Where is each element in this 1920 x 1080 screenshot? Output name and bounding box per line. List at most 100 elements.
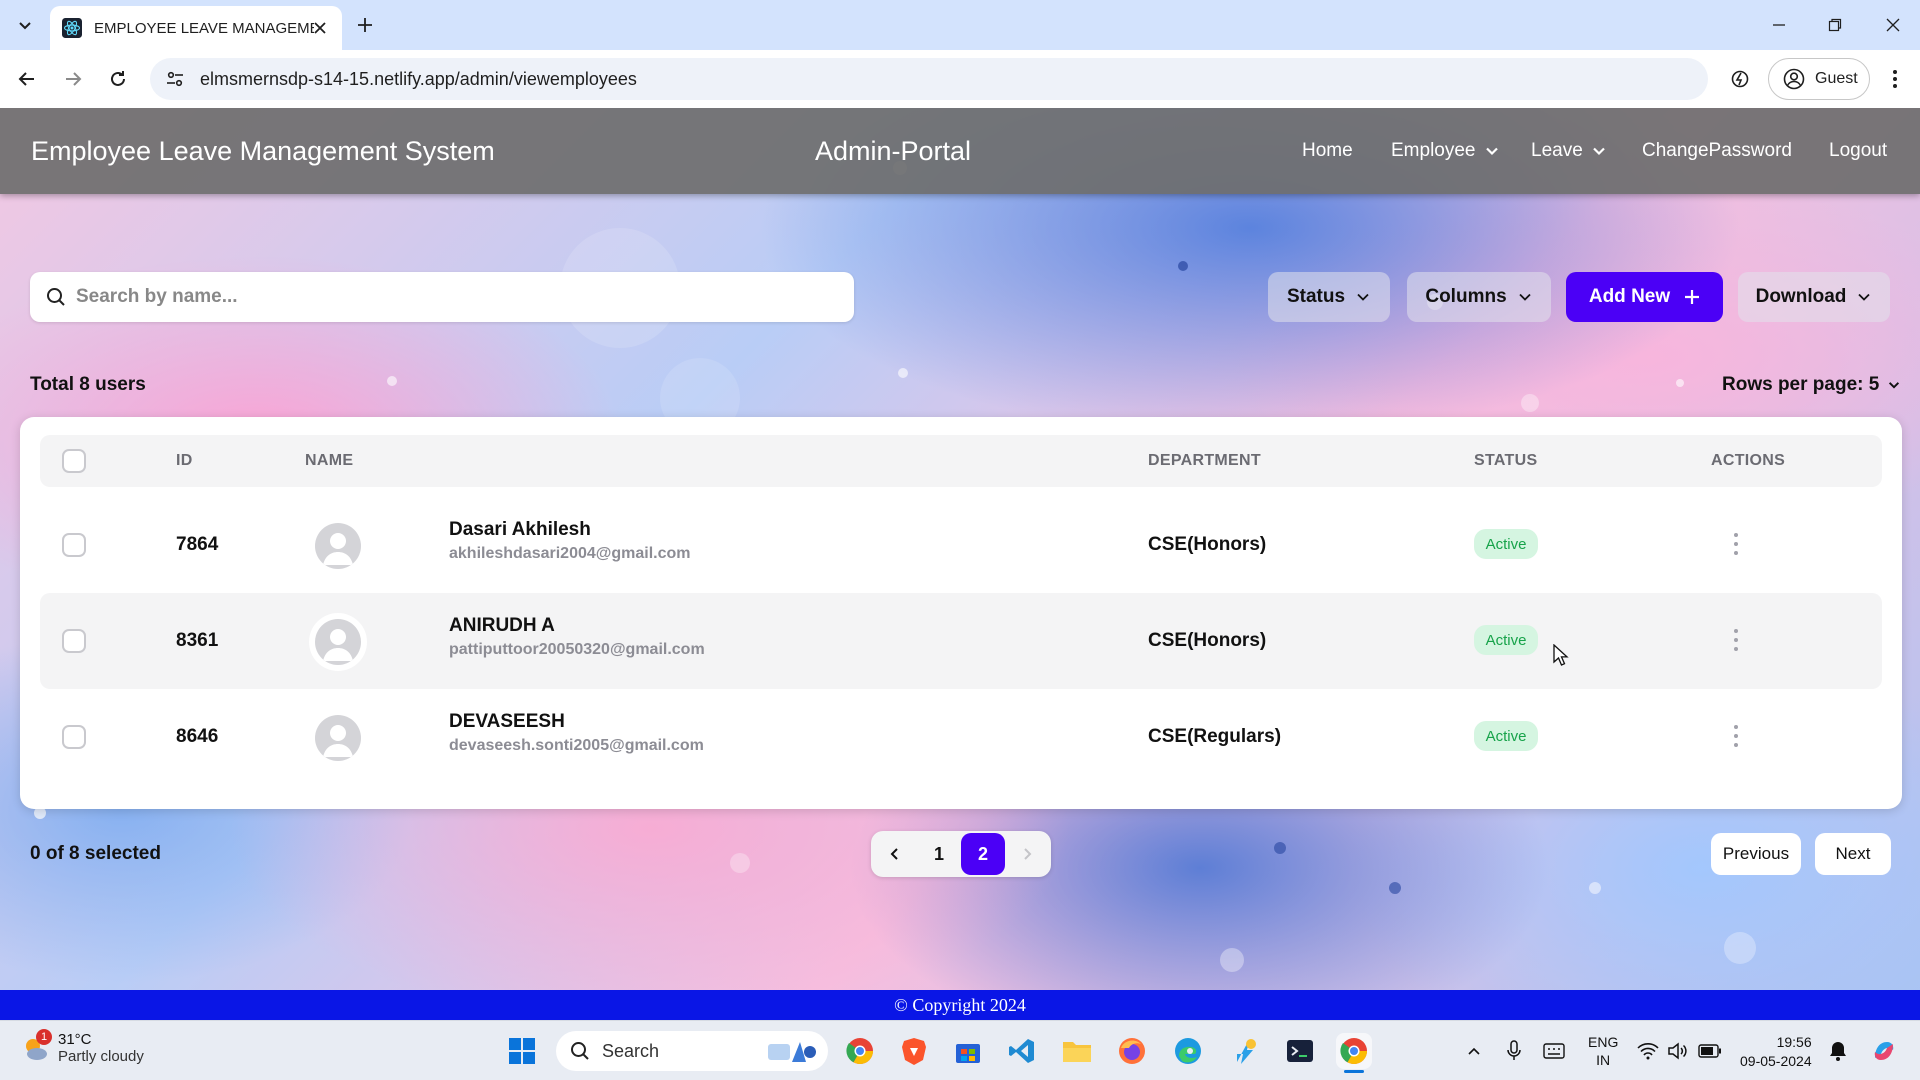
nav-change-password[interactable]: ChangePassword [1642,140,1792,162]
nav-change-password-label: ChangePassword [1642,140,1792,161]
windows-start-button[interactable] [504,1033,540,1069]
edge-browser-icon[interactable] [1170,1033,1206,1069]
taskbar-search-label: Search [602,1040,660,1061]
prev-page-icon-button[interactable] [873,833,917,875]
taskbar-search[interactable]: Search [556,1031,828,1071]
previous-button[interactable]: Previous [1711,833,1801,875]
battery-icon[interactable] [1692,1033,1728,1069]
browser-tab[interactable]: EMPLOYEE LEAVE MANAGEMEN [50,6,342,50]
nav-employee[interactable]: Employee [1391,140,1500,162]
volume-icon[interactable] [1660,1033,1696,1069]
dot [1734,551,1738,555]
rows-per-page-label: Rows per page: 5 [1722,374,1880,395]
reload-icon [111,71,125,86]
portal-title: Admin-Portal [815,136,972,166]
column-header-department[interactable]: DEPARTMENT [1148,452,1261,470]
chevron-down-icon [1593,147,1605,156]
row-checkbox[interactable] [62,533,86,557]
plus-icon [358,18,372,32]
page-1-button[interactable]: 1 [917,833,961,875]
download-label: Download [1755,286,1847,307]
nav-leave[interactable]: Leave [1531,140,1607,162]
employee-department: CSE(Regulars) [1148,726,1282,747]
nav-home[interactable]: Home [1302,140,1353,162]
column-header-status[interactable]: STATUS [1474,452,1537,470]
page-2-button[interactable]: 2 [961,833,1005,875]
keyboard-icon[interactable] [1536,1033,1572,1069]
chrome-beta-app-icon[interactable] [842,1033,878,1069]
terminal-app-icon[interactable] [1282,1033,1318,1069]
profile-button[interactable]: Guest [1768,58,1870,100]
vscode-icon[interactable] [1004,1033,1040,1069]
next-button[interactable]: Next [1815,833,1891,875]
performance-icon[interactable] [1725,64,1755,94]
nav-leave-label: Leave [1531,140,1583,161]
url-text[interactable]: elmsmernsdp-s14-15.netlify.app/admin/vie… [200,69,637,90]
row-actions-menu[interactable] [1726,719,1746,753]
next-page-icon-button[interactable] [1005,833,1049,875]
new-tab-button[interactable] [352,12,378,38]
close-window-button[interactable] [1878,10,1908,40]
notifications-icon[interactable] [1820,1033,1856,1069]
dot [1734,629,1738,633]
dot [1734,647,1738,651]
table-row[interactable]: 8361 ANIRUDH A pattiputtoor20050320@gmai… [40,593,1882,689]
system-clock[interactable]: 19:56 09-05-2024 [1740,1033,1812,1071]
chrome-app-icon[interactable] [1336,1033,1372,1073]
brand-title[interactable]: Employee Leave Management System [31,136,495,167]
select-all-checkbox[interactable] [62,449,86,473]
show-hidden-icons-button[interactable] [1456,1033,1492,1069]
nav-logout[interactable]: Logout [1829,140,1887,162]
clock-time: 19:56 [1776,1034,1812,1050]
arrow-right-icon [66,72,82,86]
brave-browser-icon[interactable] [896,1033,932,1069]
language-indicator[interactable]: ENG IN [1588,1033,1618,1069]
region-code: IN [1596,1052,1611,1068]
language-code: ENG [1588,1034,1619,1050]
back-button[interactable] [12,64,42,94]
status-badge: Active [1474,721,1538,751]
forward-button[interactable] [58,64,88,94]
column-header-name[interactable]: NAME [305,452,353,470]
add-new-button[interactable]: Add New [1566,272,1723,322]
search-box[interactable] [30,272,854,322]
employee-name: ANIRUDH A [449,615,555,636]
tab-search-button[interactable] [12,12,38,38]
browser-menu-button[interactable] [1880,64,1910,94]
reload-button[interactable] [103,64,133,94]
columns-label: Columns [1425,286,1507,307]
minimize-button[interactable] [1764,10,1794,40]
address-bar[interactable]: elmsmernsdp-s14-15.netlify.app/admin/vie… [150,58,1708,100]
microphone-icon[interactable] [1496,1033,1532,1069]
row-checkbox[interactable] [62,725,86,749]
chevron-down-icon [19,22,31,30]
microsoft-store-icon[interactable] [950,1033,986,1069]
dot [1734,638,1738,642]
weather-badge: 1 [36,1029,52,1045]
table-row[interactable]: 8646 DEVASEESH devaseesh.sonti2005@gmail… [40,689,1882,785]
nav-employee-label: Employee [1391,140,1476,161]
rows-per-page-select[interactable]: Rows per page: 5 [1722,374,1901,396]
file-explorer-icon[interactable] [1059,1033,1095,1069]
status-filter-button[interactable]: Status [1268,272,1390,322]
row-checkbox[interactable] [62,629,86,653]
weather-widget[interactable]: 1 31°C Partly cloudy [20,1029,144,1065]
employees-table: ID NAME DEPARTMENT STATUS ACTIONS 7864 D… [20,417,1902,809]
restore-button[interactable] [1820,10,1850,40]
weather-icon: 1 [20,1029,52,1063]
firefox-icon[interactable] [1114,1033,1150,1069]
weather-condition: Partly cloudy [58,1048,144,1065]
site-settings-icon[interactable] [164,68,186,90]
columns-button[interactable]: Columns [1407,272,1551,322]
search-input[interactable] [76,286,836,308]
download-button[interactable]: Download [1738,272,1890,322]
row-actions-menu[interactable] [1726,623,1746,657]
tab-close-icon[interactable] [310,18,330,38]
copilot-icon[interactable] [1864,1033,1904,1069]
employee-email: devaseesh.sonti2005@gmail.com [449,737,704,754]
table-row[interactable]: 7864 Dasari Akhilesh akhileshdasari2004@… [40,497,1882,593]
row-actions-menu[interactable] [1726,527,1746,561]
weather-app-icon[interactable] [1226,1033,1262,1069]
column-header-id[interactable]: ID [176,452,193,470]
user-avatar-icon [323,629,353,661]
